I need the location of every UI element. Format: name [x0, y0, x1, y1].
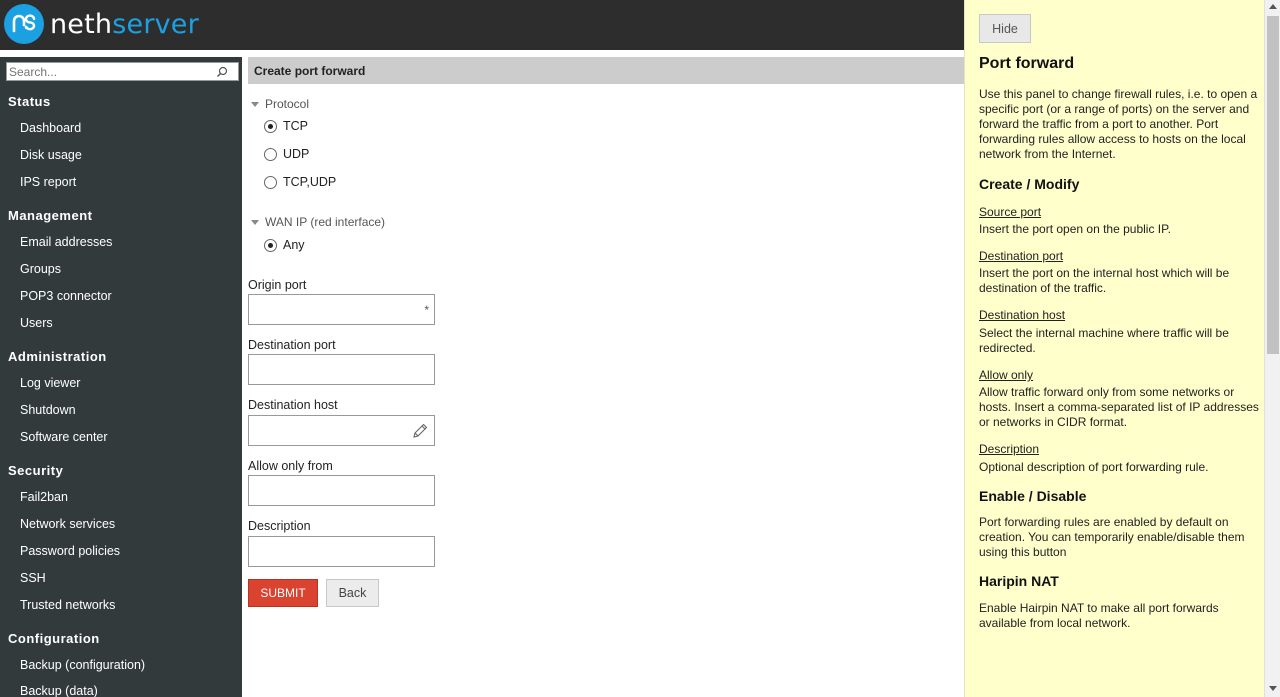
nav-item-backup-data[interactable]: Backup (data): [0, 684, 98, 697]
radio-wan-any[interactable]: Any: [264, 238, 305, 252]
nav-item-shutdown[interactable]: Shutdown: [0, 403, 76, 417]
help-haripin-text: Enable Hairpin NAT to make all port forw…: [979, 601, 1219, 630]
nav-item-groups[interactable]: Groups: [0, 262, 61, 276]
radio-tcp-label: TCP: [283, 119, 308, 133]
required-mark: *: [424, 303, 429, 317]
help-term-description: Description: [979, 442, 1040, 456]
nav-item-dashboard[interactable]: Dashboard: [0, 121, 81, 135]
nav-item-fail2ban[interactable]: Fail2ban: [0, 490, 68, 504]
brand-name-part2: server: [112, 8, 199, 40]
nav-item-ips-report[interactable]: IPS report: [0, 175, 76, 189]
help-term-destination-host: Destination host: [979, 308, 1066, 322]
radio-udp-label: UDP: [283, 147, 310, 161]
nav-item-users[interactable]: Users: [0, 316, 53, 330]
allow-only-from-label: Allow only from: [248, 459, 333, 473]
protocol-legend[interactable]: Protocol: [251, 97, 309, 111]
help-desc-destination-port: Insert the port on the internal host whi…: [979, 266, 1230, 295]
nav-item-software-center[interactable]: Software center: [0, 430, 108, 444]
help-term-allow-only: Allow only: [979, 368, 1034, 382]
radio-tcp[interactable]: TCP: [264, 119, 308, 133]
destination-host-input[interactable]: [248, 415, 435, 446]
nav-item-disk-usage[interactable]: Disk usage: [0, 148, 82, 162]
nav-item-network-services[interactable]: Network services: [0, 517, 115, 531]
collapse-triangle-icon: [251, 220, 259, 226]
nav-group-security: Security: [8, 463, 64, 478]
help-desc-allow-only: Allow traffic forward only from some net…: [979, 385, 1259, 429]
main-content: Create port forward Protocol TCP UDP TCP…: [248, 57, 964, 697]
nav-item-trusted-networks[interactable]: Trusted networks: [0, 598, 115, 612]
origin-port-label: Origin port: [248, 278, 307, 292]
radio-button-checked[interactable]: [264, 238, 277, 252]
brand-name: nethserver: [50, 11, 199, 38]
back-button[interactable]: Back: [326, 579, 379, 607]
help-haripin-heading: Haripin NAT: [979, 573, 1059, 589]
destination-port-label: Destination port: [248, 338, 336, 352]
nav-group-management: Management: [8, 208, 93, 223]
nav-group-configuration: Configuration: [8, 631, 100, 646]
help-enable-text: Port forwarding rules are enabled by def…: [979, 515, 1245, 559]
pencil-icon[interactable]: [411, 422, 429, 443]
help-desc-destination-host: Select the internal machine where traffi…: [979, 326, 1229, 355]
wan-ip-legend-label: WAN IP (red interface): [265, 215, 386, 229]
radio-button[interactable]: [264, 147, 277, 161]
nav-item-backup-configuration[interactable]: Backup (configuration): [0, 658, 145, 672]
submit-button[interactable]: SUBMIT: [248, 579, 318, 607]
form-title-bar: Create port forward: [248, 57, 964, 84]
radio-button[interactable]: [264, 175, 277, 189]
description-input[interactable]: [248, 536, 435, 567]
search-input[interactable]: [9, 63, 209, 80]
collapse-triangle-icon: [251, 102, 259, 108]
help-create-heading: Create / Modify: [979, 176, 1080, 192]
nav-group-administration: Administration: [8, 349, 107, 364]
nav-item-email-addresses[interactable]: Email addresses: [0, 235, 112, 249]
help-term-destination-port: Destination port: [979, 249, 1064, 263]
description-label: Description: [248, 519, 311, 533]
nav-group-status: Status: [8, 94, 51, 109]
destination-port-input[interactable]: [248, 354, 435, 385]
help-desc-description: Optional description of port forwarding …: [979, 460, 1209, 474]
ns-logo-icon: [4, 4, 44, 44]
nethserver-logo[interactable]: nethserver: [4, 4, 199, 44]
help-panel: Hide Port forward Use this panel to chan…: [964, 0, 1264, 697]
radio-tcp-udp-label: TCP,UDP: [283, 175, 337, 189]
sidebar: Status Dashboard Disk usage IPS report M…: [0, 57, 242, 697]
page-title: Create port forward: [254, 64, 366, 78]
wan-ip-legend[interactable]: WAN IP (red interface): [251, 215, 385, 229]
nav-item-ssh[interactable]: SSH: [0, 571, 46, 585]
nav-item-password-policies[interactable]: Password policies: [0, 544, 120, 558]
destination-host-label: Destination host: [248, 398, 338, 412]
help-scrollbar[interactable]: [1264, 0, 1280, 697]
scrollbar-thumb[interactable]: [1267, 16, 1279, 354]
help-desc-source-port: Insert the port open on the public IP.: [979, 222, 1171, 236]
radio-button-checked[interactable]: [264, 119, 277, 133]
radio-tcp-udp[interactable]: TCP,UDP: [264, 175, 336, 189]
brand-name-part1: neth: [50, 8, 113, 40]
allow-only-from-input[interactable]: [248, 475, 435, 506]
help-enable-heading: Enable / Disable: [979, 488, 1087, 504]
nav-item-pop3-connector[interactable]: POP3 connector: [0, 289, 112, 303]
search-box: [6, 62, 239, 81]
help-title: Port forward: [979, 55, 1075, 72]
radio-wan-any-label: Any: [283, 238, 305, 252]
help-term-source-port: Source port: [979, 205, 1042, 219]
nav-item-log-viewer[interactable]: Log viewer: [0, 376, 80, 390]
search-icon[interactable]: [216, 66, 228, 81]
protocol-legend-label: Protocol: [265, 97, 310, 111]
radio-udp[interactable]: UDP: [264, 147, 309, 161]
origin-port-input[interactable]: *: [248, 294, 435, 325]
hide-help-button[interactable]: Hide: [979, 14, 1031, 43]
app-header: nethserver: [0, 0, 964, 50]
help-intro: Use this panel to change firewall rules,…: [979, 87, 1258, 161]
scroll-down-arrow-icon[interactable]: [1269, 686, 1277, 691]
scroll-up-arrow-icon[interactable]: [1269, 4, 1277, 9]
